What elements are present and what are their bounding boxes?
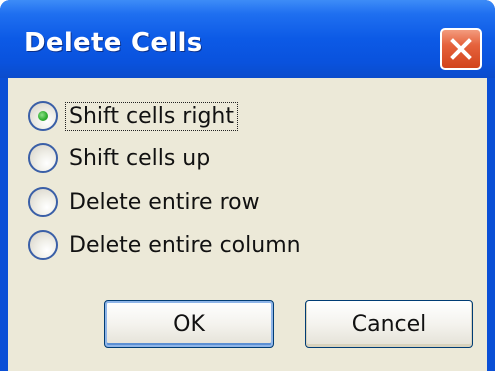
title-bar[interactable]: Delete Cells bbox=[0, 0, 495, 78]
option-delete-entire-row[interactable]: Delete entire row bbox=[28, 184, 263, 220]
option-label: Delete entire row bbox=[69, 189, 260, 215]
option-shift-cells-up[interactable]: Shift cells up bbox=[28, 140, 213, 176]
option-shift-cells-right[interactable]: Shift cells right bbox=[28, 98, 238, 134]
cancel-button[interactable]: Cancel bbox=[305, 300, 473, 348]
delete-cells-dialog: Delete Cells Shift cells right Shift cel… bbox=[0, 0, 495, 371]
radio-shift-cells-up[interactable] bbox=[28, 143, 58, 173]
close-button[interactable] bbox=[440, 28, 482, 70]
option-label: Shift cells right bbox=[65, 101, 238, 131]
radio-shift-cells-right[interactable] bbox=[28, 101, 58, 131]
option-label: Shift cells up bbox=[69, 145, 211, 171]
radio-delete-entire-column[interactable] bbox=[28, 230, 58, 260]
dialog-title: Delete Cells bbox=[24, 28, 203, 58]
ok-button[interactable]: OK bbox=[104, 300, 274, 348]
dialog-body: Shift cells right Shift cells up Delete … bbox=[8, 78, 487, 371]
option-label: Delete entire column bbox=[69, 232, 301, 258]
option-delete-entire-column[interactable]: Delete entire column bbox=[28, 227, 304, 263]
radio-delete-entire-row[interactable] bbox=[28, 187, 58, 217]
